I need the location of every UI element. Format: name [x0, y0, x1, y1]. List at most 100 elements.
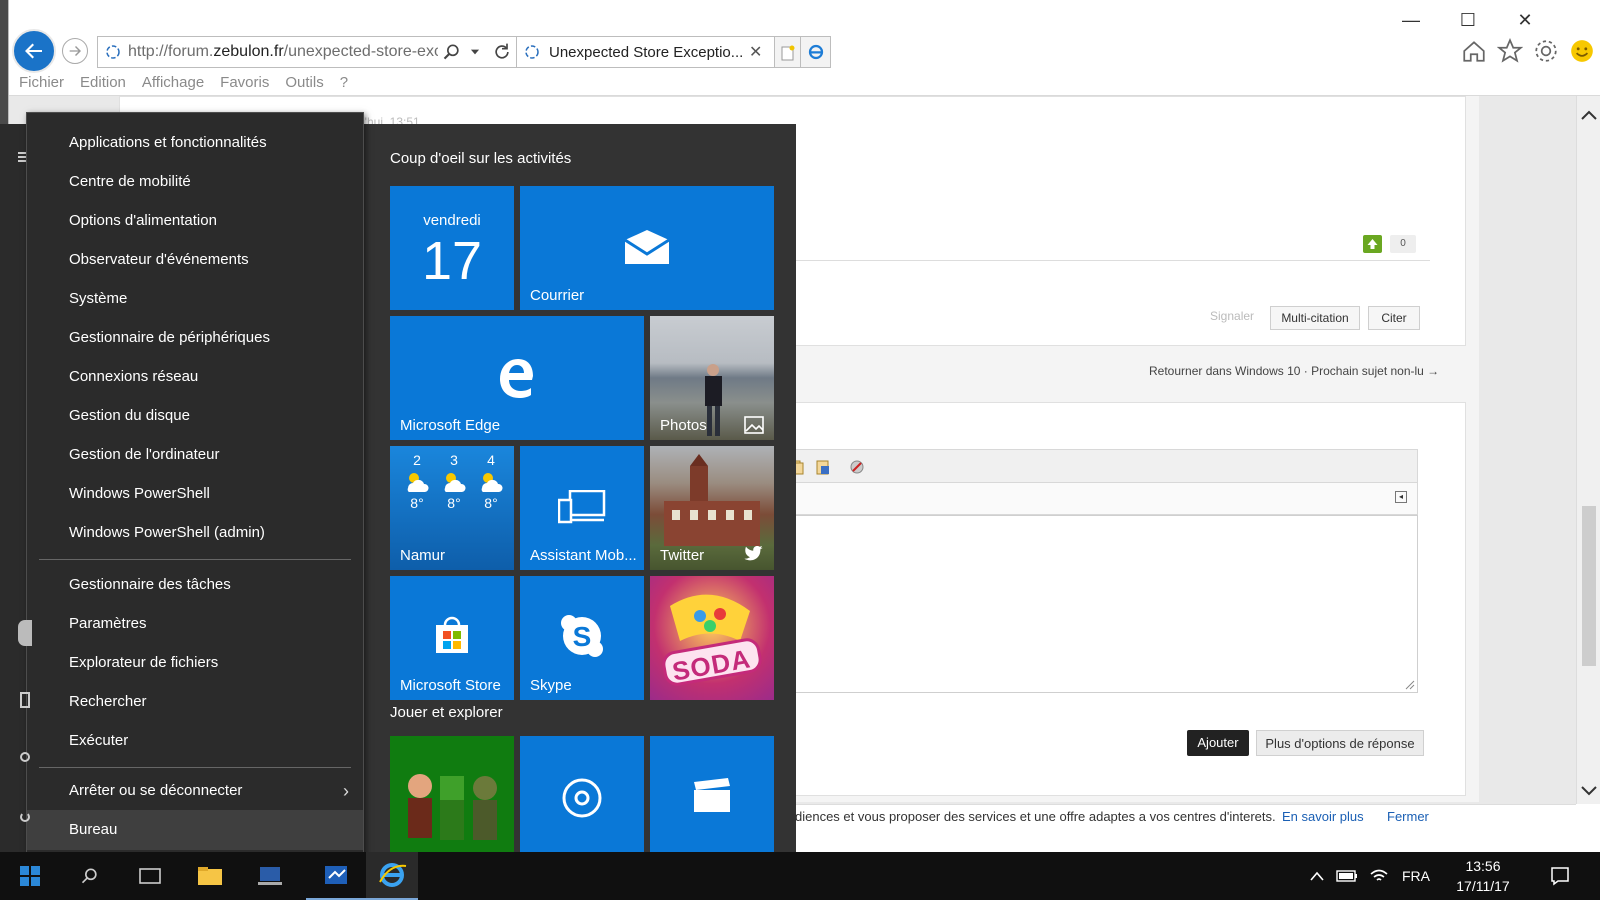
- vertical-scrollbar[interactable]: [1576, 96, 1600, 804]
- task-view-button[interactable]: [120, 852, 180, 900]
- favorites-star-icon[interactable]: [1497, 38, 1523, 64]
- menu-run[interactable]: Exécuter: [27, 721, 363, 761]
- menu-shutdown-label: Arrêter ou se déconnecter: [69, 782, 243, 799]
- scroll-down-icon[interactable]: [1577, 782, 1600, 800]
- forward-button[interactable]: [62, 38, 88, 64]
- minimize-button[interactable]: —: [1391, 8, 1431, 32]
- learn-more-link[interactable]: En savoir plus: [1282, 805, 1364, 829]
- menu-desktop[interactable]: Bureau: [27, 810, 363, 850]
- quote-button[interactable]: Citer: [1368, 306, 1420, 330]
- menu-outils[interactable]: Outils: [285, 74, 323, 91]
- search-taskbar-button[interactable]: [60, 852, 120, 900]
- tile-mail[interactable]: Courrier: [520, 186, 774, 310]
- tile-photos-label: Photos: [660, 417, 707, 434]
- menu-affichage[interactable]: Affichage: [142, 74, 204, 91]
- menu-fichier[interactable]: Fichier: [19, 74, 64, 91]
- menu-powershell[interactable]: Windows PowerShell: [27, 474, 363, 514]
- start-button[interactable]: [0, 852, 60, 900]
- menu-device-manager[interactable]: Gestionnaire de périphériques: [27, 318, 363, 358]
- tile-photos[interactable]: Photos: [650, 316, 774, 440]
- power-icon[interactable]: [20, 812, 30, 822]
- menu-system[interactable]: Système: [27, 279, 363, 319]
- upvote-button[interactable]: [1363, 235, 1382, 253]
- back-button[interactable]: [12, 29, 56, 73]
- browser-tab-active[interactable]: Unexpected Store Exceptio... ✕: [517, 36, 775, 68]
- collapse-toggle-icon[interactable]: ◂: [1395, 491, 1407, 503]
- taskbar-app-2[interactable]: [240, 852, 300, 900]
- taskbar-file-explorer[interactable]: [180, 852, 240, 900]
- menu-computer-management[interactable]: Gestion de l'ordinateur: [27, 435, 363, 475]
- tile-edge[interactable]: Microsoft Edge: [390, 316, 644, 440]
- menu-edition[interactable]: Edition: [80, 74, 126, 91]
- menu-mobility-center[interactable]: Centre de mobilité: [27, 162, 363, 202]
- calendar-day: vendredi: [423, 212, 481, 229]
- tile-movies[interactable]: [650, 736, 774, 860]
- menu-event-viewer[interactable]: Observateur d'événements: [27, 240, 363, 280]
- report-link[interactable]: Signaler: [1210, 309, 1254, 323]
- menu-disk-management[interactable]: Gestion du disque: [27, 396, 363, 436]
- documents-icon[interactable]: [20, 692, 30, 708]
- address-bar[interactable]: http://forum.zebulon.fr/unexpected-store…: [97, 36, 517, 68]
- close-window-button[interactable]: ✕: [1505, 8, 1545, 32]
- show-hidden-icons[interactable]: [1302, 852, 1332, 900]
- input-language[interactable]: FRA: [1398, 852, 1434, 900]
- tile-xbox[interactable]: [390, 736, 514, 860]
- taskbar-internet-explorer[interactable]: [366, 852, 418, 900]
- menu-favoris[interactable]: Favoris: [220, 74, 269, 91]
- resize-handle-icon[interactable]: [1405, 680, 1415, 690]
- tile-assistant-mobile[interactable]: Assistant Mob...: [520, 446, 644, 570]
- menu-settings[interactable]: Paramètres: [27, 604, 363, 644]
- tile-groove-music[interactable]: [520, 736, 644, 860]
- menu-shutdown-signout[interactable]: Arrêter ou se déconnecter ›: [27, 771, 363, 811]
- reply-textarea[interactable]: [778, 515, 1418, 693]
- menu-search[interactable]: Rechercher: [27, 682, 363, 722]
- close-banner-link[interactable]: Fermer: [1387, 805, 1429, 829]
- user-avatar-partial[interactable]: [18, 620, 32, 646]
- start-left-rail: [0, 124, 28, 852]
- menu-task-manager[interactable]: Gestionnaire des tâches: [27, 565, 363, 605]
- tile-store[interactable]: Microsoft Store: [390, 576, 514, 700]
- task-view-icon: [139, 868, 161, 884]
- calendar-date: 17: [421, 231, 483, 291]
- settings-icon[interactable]: [20, 752, 30, 762]
- scroll-up-icon[interactable]: [1577, 106, 1600, 124]
- remove-format-icon[interactable]: [849, 459, 865, 475]
- multi-quote-button[interactable]: Multi-citation: [1270, 306, 1360, 330]
- menu-help[interactable]: ?: [340, 74, 348, 91]
- more-reply-options-button[interactable]: Plus d'options de réponse: [1256, 730, 1424, 756]
- home-icon[interactable]: [1461, 38, 1487, 64]
- search-icon[interactable]: [442, 42, 462, 62]
- action-center-button[interactable]: [1540, 852, 1580, 900]
- next-unread-link[interactable]: Prochain sujet non-lu →: [1311, 364, 1439, 378]
- refresh-icon[interactable]: [492, 42, 512, 62]
- battery-status[interactable]: [1332, 852, 1362, 900]
- menu-file-explorer[interactable]: Explorateur de fichiers: [27, 643, 363, 683]
- clapperboard-icon: [694, 778, 730, 812]
- add-reply-button[interactable]: Ajouter: [1187, 730, 1249, 756]
- tile-calendar[interactable]: vendredi 17: [390, 186, 514, 310]
- scroll-thumb[interactable]: [1582, 506, 1596, 666]
- menu-power-options[interactable]: Options d'alimentation: [27, 201, 363, 241]
- menu-network-connections[interactable]: Connexions réseau: [27, 357, 363, 397]
- cookie-text: diences et vous proposer des services et…: [795, 809, 1276, 824]
- url-text[interactable]: http://forum.zebulon.fr/unexpected-store…: [128, 43, 438, 61]
- network-status[interactable]: [1364, 852, 1394, 900]
- tab-close-icon[interactable]: ✕: [749, 42, 762, 62]
- menu-apps-features[interactable]: Applications et fonctionnalités: [27, 123, 363, 163]
- settings-gear-icon[interactable]: [1533, 38, 1559, 64]
- tile-skype[interactable]: S Skype: [520, 576, 644, 700]
- browser-tab-ie[interactable]: [801, 36, 831, 68]
- folder-icon: [198, 867, 222, 885]
- back-to-forum-link[interactable]: Retourner dans Windows 10: [1149, 364, 1300, 378]
- tile-candy-crush[interactable]: SODA: [650, 576, 774, 700]
- taskbar-app-3[interactable]: [306, 852, 366, 900]
- maximize-button[interactable]: ☐: [1448, 8, 1488, 32]
- clock[interactable]: 13:56 17/11/17: [1440, 852, 1526, 900]
- menu-powershell-admin[interactable]: Windows PowerShell (admin): [27, 513, 363, 553]
- paste-word-icon[interactable]: [815, 459, 831, 475]
- feedback-smiley-icon[interactable]: [1569, 38, 1595, 64]
- new-tab-button[interactable]: [775, 36, 801, 68]
- dropdown-arrow-icon[interactable]: [468, 45, 482, 59]
- tile-twitter[interactable]: Twitter: [650, 446, 774, 570]
- tile-weather[interactable]: 2 8° 3 8° 4 8° Namur: [390, 446, 514, 570]
